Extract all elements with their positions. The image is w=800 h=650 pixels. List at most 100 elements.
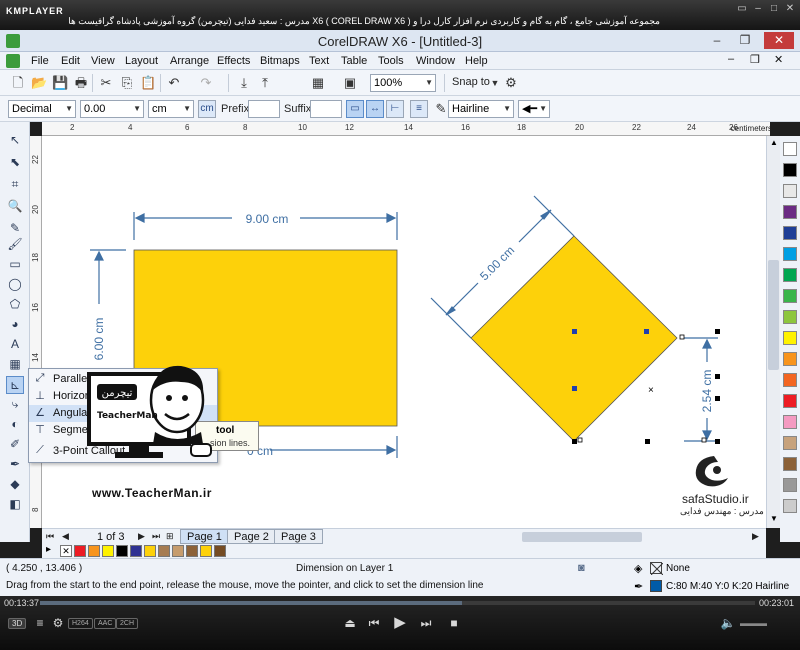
palette-swatch[interactable] (783, 289, 797, 303)
vertical-scroll-thumb[interactable] (768, 260, 779, 370)
horizontal-scroll-thumb[interactable] (522, 532, 642, 542)
scroll-right-icon[interactable]: ▶ (752, 531, 759, 542)
document-palette-swatch[interactable] (130, 545, 142, 557)
palette-swatch[interactable] (783, 163, 797, 177)
seek-bar[interactable] (40, 601, 755, 605)
close-button[interactable]: ✕ (764, 32, 794, 49)
palette-swatch[interactable] (783, 226, 797, 240)
eyedropper-icon[interactable]: ✐ (7, 436, 23, 452)
doc-minimize-icon[interactable]: – (728, 53, 734, 65)
document-palette-swatch[interactable] (102, 545, 114, 557)
print-icon[interactable]: 🖶 (73, 75, 89, 91)
snap-to-button[interactable]: Snap to (452, 76, 490, 88)
menu-view[interactable]: View (91, 55, 115, 67)
text-tool-icon[interactable]: A (7, 336, 23, 352)
copy-icon[interactable]: ⎘ (119, 75, 135, 91)
extension-line-icon[interactable]: ⊢ (386, 100, 404, 118)
new-document-icon[interactable]: 🗋 (10, 75, 26, 91)
application-launcher-icon[interactable]: ▣ (342, 75, 358, 91)
export-icon[interactable]: ⤒ (257, 75, 273, 91)
freehand-tool-icon[interactable]: ✎ (7, 220, 23, 236)
volume-icon[interactable]: 🔈 (720, 616, 736, 630)
horizontal-ruler[interactable]: 2 4 6 8 10 12 14 16 18 20 22 24 26 (42, 122, 770, 136)
document-palette-swatch[interactable] (200, 545, 212, 557)
palette-swatch[interactable] (783, 331, 797, 345)
first-page-icon[interactable]: ⏮ (46, 531, 54, 542)
tab-page-2[interactable]: Page 2 (227, 529, 276, 544)
restore-icon[interactable]: ❐ (734, 32, 756, 49)
dimension-precision-combo[interactable]: 0.00 ▼ (80, 100, 144, 118)
drawing-canvas[interactable]: 9.00 cm 6.00 cm 0 cm 5.00 cm 2.54 cm × (42, 136, 766, 528)
smart-fill-icon[interactable]: 🖌 (7, 236, 23, 252)
palette-swatch[interactable] (783, 310, 797, 324)
palette-swatch[interactable] (783, 247, 797, 261)
cut-icon[interactable]: ✂ (98, 75, 114, 91)
document-palette-swatch[interactable] (144, 545, 156, 557)
publish-pdf-icon[interactable]: ▦ (310, 75, 326, 91)
eject-icon[interactable]: ⏏ (342, 616, 358, 630)
document-palette-swatch[interactable] (116, 545, 128, 557)
zoom-tool-icon[interactable]: 🔍 (7, 198, 23, 214)
vertical-scrollbar[interactable]: ▲ ▼ (766, 136, 780, 528)
save-icon[interactable]: 💾 (52, 75, 68, 91)
palette-swatch[interactable] (783, 352, 797, 366)
document-palette-swatch[interactable] (172, 545, 184, 557)
shape-tool-icon[interactable]: ⬉ (7, 154, 23, 170)
ellipse-tool-icon[interactable]: ◯ (7, 276, 23, 292)
table-tool-icon[interactable]: ▦ (7, 356, 23, 372)
text-position-icon[interactable]: ↔ (366, 100, 384, 118)
document-palette-swatch[interactable] (74, 545, 86, 557)
scroll-down-icon[interactable]: ▼ (770, 514, 778, 523)
menu-tools[interactable]: Tools (378, 55, 404, 67)
import-icon[interactable]: ⤓ (236, 75, 252, 91)
menu-text[interactable]: Text (309, 55, 329, 67)
palette-swatch[interactable] (783, 142, 797, 156)
document-menu-icon[interactable] (6, 54, 20, 68)
palette-swatch[interactable] (783, 457, 797, 471)
color-proof-icon[interactable]: ◙ (578, 562, 585, 574)
add-page-icon[interactable]: ⊞ (166, 531, 174, 542)
options-icon[interactable]: ⚙ (503, 75, 519, 91)
crop-tool-icon[interactable]: ⌗ (7, 176, 23, 192)
doc-restore-icon[interactable]: ❐ (750, 53, 760, 66)
menu-layout[interactable]: Layout (125, 55, 158, 67)
fill-tool-icon[interactable]: ◆ (7, 476, 23, 492)
pick-tool-icon[interactable]: ↖ (7, 132, 23, 148)
palette-swatch[interactable] (783, 373, 797, 387)
paste-icon[interactable]: 📋 (140, 75, 156, 91)
km-minimize-icon[interactable]: – (752, 4, 764, 14)
scroll-up-icon[interactable]: ▲ (770, 138, 778, 147)
next-icon[interactable]: ⏭ (418, 616, 434, 630)
prefix-input[interactable] (248, 100, 280, 118)
playlist-icon[interactable]: ≡ (32, 616, 48, 630)
basic-shapes-icon[interactable]: ◕ (7, 316, 23, 332)
settings-icon[interactable]: ⚙ (50, 616, 66, 630)
outline-color-swatch[interactable] (650, 580, 662, 592)
open-icon[interactable]: 📂 (31, 75, 47, 91)
palette-swatch[interactable] (783, 478, 797, 492)
zoom-level-combo[interactable]: 100% ▼ (370, 74, 436, 92)
tab-page-1[interactable]: Page 1 (180, 529, 229, 544)
document-palette-swatch[interactable] (158, 545, 170, 557)
document-palette-swatch[interactable] (214, 545, 226, 557)
3d-chip[interactable]: 3D (8, 618, 27, 629)
minimize-icon[interactable]: – (706, 32, 728, 49)
palette-swatch[interactable] (783, 436, 797, 450)
blend-tool-icon[interactable]: ◐ (7, 416, 23, 432)
dynamic-dimensioning-icon[interactable]: ▭ (346, 100, 364, 118)
vertical-ruler[interactable]: 22 20 18 16 14 12 10 8 (30, 136, 42, 528)
redo-icon[interactable]: ↷ (198, 75, 214, 91)
last-page-icon[interactable]: ⏭ (152, 531, 160, 542)
stop-icon[interactable]: ■ (446, 616, 462, 630)
menu-file[interactable]: File (31, 55, 49, 67)
km-close-icon[interactable]: ✕ (784, 4, 796, 14)
connector-tool-icon[interactable]: ⤷ (7, 396, 23, 412)
outline-pen-icon[interactable]: ✒ (7, 456, 23, 472)
outline-width-icon[interactable]: ≡ (410, 100, 428, 118)
previous-page-icon[interactable]: ◀ (62, 531, 69, 542)
next-page-icon[interactable]: ▶ (138, 531, 145, 542)
palette-menu-icon[interactable]: ▸ (46, 544, 51, 555)
dimension-tool-icon[interactable]: ⊾ (6, 376, 24, 394)
menu-arrange[interactable]: Arrange (170, 55, 209, 67)
menu-effects[interactable]: Effects (217, 55, 250, 67)
